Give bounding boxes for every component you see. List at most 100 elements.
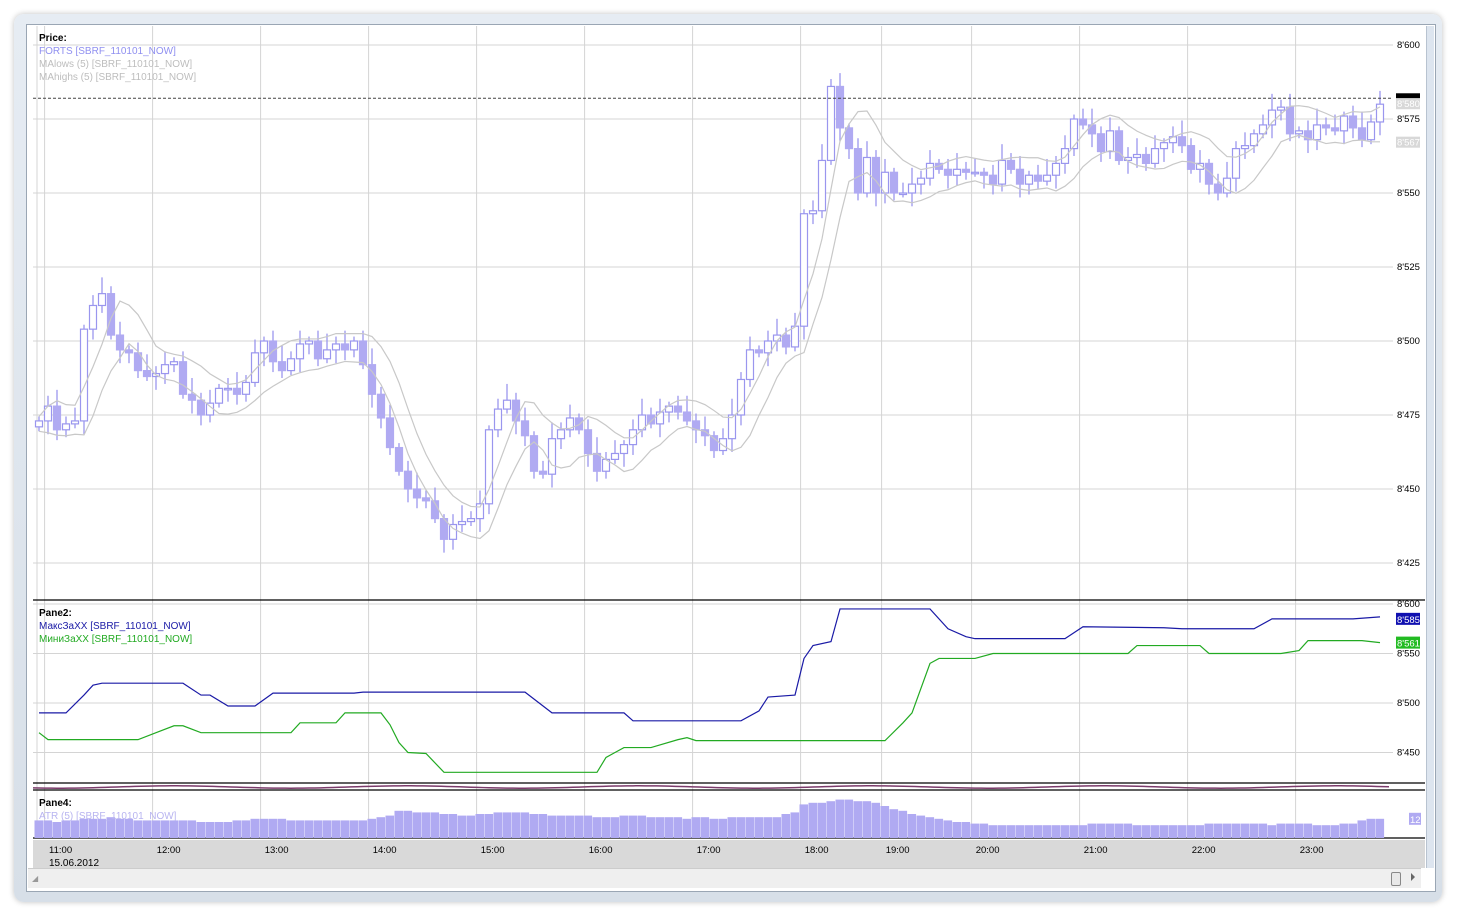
candle-bearish	[1087, 124, 1097, 135]
atr-bar	[1366, 818, 1376, 838]
atr-bar	[655, 817, 665, 838]
atr-bar	[295, 820, 305, 838]
atr-bar	[1285, 823, 1295, 838]
atr-bar	[601, 817, 611, 838]
candle-bullish	[997, 159, 1007, 185]
horizontal-scrollbar[interactable]: ◢	[28, 868, 1421, 888]
atr-bar	[1105, 823, 1115, 838]
atr-bar	[313, 820, 323, 838]
atr-bar	[1114, 823, 1124, 838]
time-axis-label: 15:00	[481, 845, 505, 856]
atr-bar	[619, 815, 629, 838]
atr-bar	[1177, 825, 1187, 838]
candle-bullish	[763, 340, 773, 354]
atr-bar	[592, 817, 602, 838]
atr-bar	[646, 817, 656, 838]
candle-bullish	[493, 408, 503, 431]
candle-bullish	[1366, 121, 1376, 141]
candle-bullish	[97, 293, 107, 307]
time-axis-label: 13:00	[265, 845, 289, 856]
atr-bar	[421, 812, 431, 838]
candle-bullish	[1240, 145, 1250, 150]
time-axis-label: 22:00	[1192, 845, 1216, 856]
scroll-right-arrow-icon[interactable]	[1411, 873, 1415, 881]
legend-forts: FORTS [SBRF_110101_NOW]	[39, 46, 176, 57]
atr-bar	[466, 815, 476, 838]
price-axis-label: 8'600	[1397, 40, 1420, 51]
candle-bearish	[1321, 124, 1331, 129]
atr-bar	[538, 814, 548, 838]
atr-bar	[745, 817, 755, 838]
candle-bearish	[943, 168, 953, 176]
atr-bar	[547, 815, 557, 838]
atr-bar	[556, 815, 566, 838]
candle-bearish	[889, 171, 899, 194]
atr-bar	[691, 817, 701, 838]
atr-bar	[1222, 823, 1232, 838]
atr-bar	[1150, 825, 1160, 838]
atr-bar	[1096, 823, 1106, 838]
candle-bullish	[907, 183, 917, 194]
atr-bar	[727, 817, 737, 838]
price-axis-label: 8'525	[1397, 262, 1420, 273]
candle-bullish	[1069, 118, 1079, 150]
atr-bar	[268, 818, 278, 838]
candle-bearish	[1015, 168, 1025, 185]
atr-bar	[772, 817, 782, 838]
atr-bar	[1267, 825, 1277, 838]
atr-bar	[511, 812, 521, 838]
atr-bar	[1015, 825, 1025, 838]
time-axis-label: 23:00	[1300, 845, 1324, 856]
atr-bar	[277, 818, 287, 838]
scroll-thumb[interactable]	[1391, 872, 1401, 886]
candle-bullish	[898, 192, 908, 196]
pane2-marker-label: 8'561	[1397, 639, 1420, 650]
time-axis-label: 12:00	[157, 845, 181, 856]
candle-bullish	[547, 438, 557, 475]
pane2-axis-label: 8'450	[1397, 748, 1420, 759]
atr-bar	[826, 801, 836, 838]
candle-bearish	[52, 405, 62, 431]
atr-bar	[1069, 825, 1079, 838]
candle-bearish	[682, 411, 692, 422]
candle-bullish	[1042, 174, 1052, 182]
candle-bearish	[835, 85, 845, 129]
candle-bullish	[925, 162, 935, 179]
candle-bullish	[790, 325, 800, 348]
atr-bar	[34, 820, 44, 838]
atr-marker-label: 12	[1410, 815, 1421, 826]
candle-bullish	[70, 420, 80, 425]
ma-lows-line	[38, 134, 1380, 540]
candle-bearish	[1285, 106, 1295, 135]
candle-bearish	[187, 393, 197, 401]
atr-bar	[961, 822, 971, 838]
atr-bar	[781, 814, 791, 838]
atr-bar	[250, 818, 260, 838]
legend-malows: MAlows (5) [SBRF_110101_NOW]	[39, 59, 193, 70]
candle-bearish	[421, 497, 431, 502]
atr-bar	[286, 820, 296, 838]
atr-bar	[376, 817, 386, 838]
candle-bullish	[259, 340, 269, 354]
atr-bar	[1312, 825, 1322, 838]
chart-canvas[interactable]: 8'600 8'575 8'550 8'525 8'500 8'475 8'450 8'425…	[0, 0, 1458, 915]
candle-bearish	[754, 349, 764, 354]
atr-bar	[1024, 825, 1034, 838]
candle-bullish	[619, 444, 629, 455]
atr-bar	[1249, 823, 1259, 838]
atr-bar	[493, 812, 503, 838]
atr-bar	[718, 818, 728, 838]
atr-bar	[1357, 820, 1367, 838]
candle-bullish	[286, 358, 296, 372]
atr-bar	[232, 820, 242, 838]
candle-bullish	[1276, 106, 1286, 111]
candle-bearish	[1213, 183, 1223, 194]
atr-bar	[637, 815, 647, 838]
time-axis-label: 18:00	[805, 845, 829, 856]
candle-bearish	[781, 334, 791, 348]
atr-bar	[889, 809, 899, 838]
candle-bullish	[448, 523, 458, 540]
atr-bar	[1195, 825, 1205, 838]
time-axis-label: 16:00	[589, 845, 613, 856]
atr-bar	[331, 820, 341, 838]
